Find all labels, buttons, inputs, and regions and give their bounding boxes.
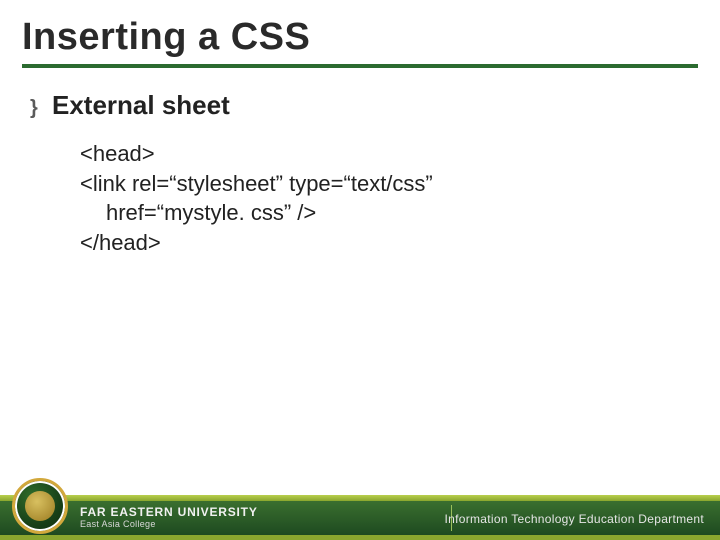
seal-center-icon <box>25 491 55 521</box>
slide: Inserting a CSS } External sheet <head> … <box>0 0 720 540</box>
department-name: Information Technology Education Departm… <box>445 512 705 526</box>
code-line: <link rel=“stylesheet” type=“text/css” <box>80 169 640 199</box>
footer-text-block: FAR EASTERN UNIVERSITY East Asia College <box>80 506 258 529</box>
university-name: FAR EASTERN UNIVERSITY <box>80 506 258 519</box>
slide-title: Inserting a CSS <box>22 18 698 58</box>
code-line: <head> <box>80 139 640 169</box>
code-line: href=“mystyle. css” /> <box>80 198 640 228</box>
footer-bottom-bar <box>0 535 720 540</box>
university-seal-icon <box>12 478 68 534</box>
bullet-glyph: } <box>30 98 52 118</box>
footer: FAR EASTERN UNIVERSITY East Asia College… <box>0 486 720 540</box>
code-line: </head> <box>80 228 640 258</box>
bullet-text: External sheet <box>52 90 230 121</box>
title-underline <box>22 64 698 68</box>
code-block: <head> <link rel=“stylesheet” type=“text… <box>80 139 640 258</box>
bullet-item: } External sheet <box>30 90 698 121</box>
college-name: East Asia College <box>80 520 258 529</box>
